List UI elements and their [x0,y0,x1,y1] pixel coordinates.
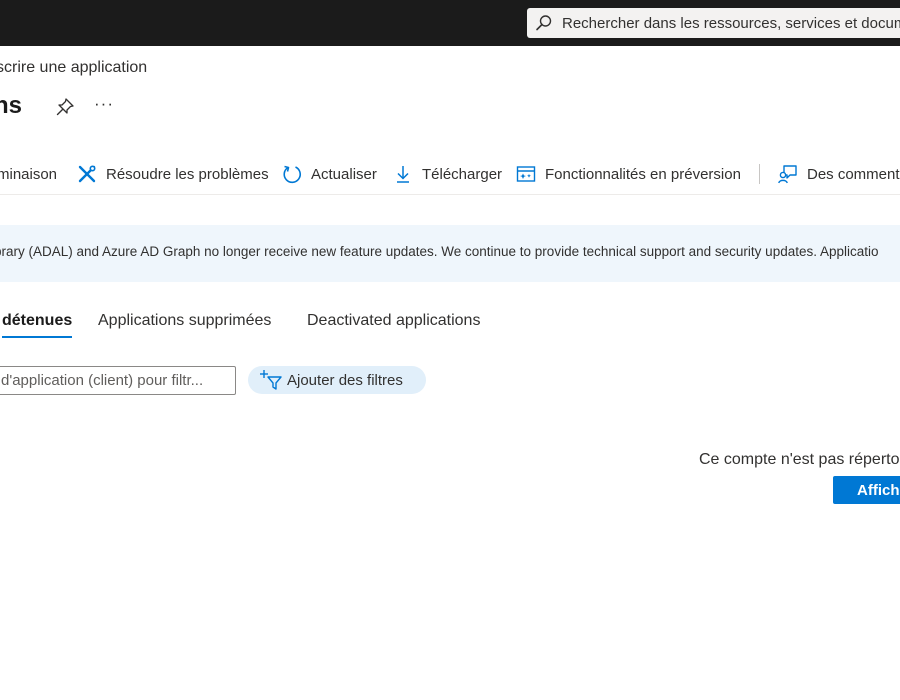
preview-features-button[interactable]: Fonctionnalités en préversion [516,158,741,190]
empty-state-action-label: Affich [857,481,900,499]
pin-icon[interactable] [55,97,75,117]
toolbar-label: Actualiser [311,165,377,183]
page-title: ns [0,92,23,119]
command-bar: minaison Résoudre les problèmes Actualis… [0,158,900,190]
preview-features-icon [516,164,536,184]
toolbar-label: Télécharger [422,165,503,183]
toolbar-endpoints-button[interactable]: minaison [0,158,57,190]
breadcrumb[interactable]: scrire une application [0,59,147,77]
tab-deactivated-applications[interactable]: Deactivated applications [307,312,480,338]
top-bar: Rechercher dans les ressources, services… [0,0,900,46]
toolbar-label: Des comment [807,165,900,183]
toolbar-divider [759,164,760,184]
toolbar-label: Fonctionnalités en préversion [545,165,741,183]
refresh-button[interactable]: Actualiser [282,158,377,190]
toolbar-divider-line [0,194,900,195]
download-icon [393,164,413,184]
feedback-icon [778,164,798,184]
download-button[interactable]: Télécharger [393,158,502,190]
info-banner: brary (ADAL) and Azure AD Graph no longe… [0,225,900,282]
add-filter-icon [259,369,283,391]
add-filters-button[interactable]: Ajouter des filtres [248,366,426,394]
feedback-button[interactable]: Des comment [778,158,900,190]
toolbar-label: minaison [0,165,58,183]
search-input[interactable] [0,366,236,395]
add-filters-label: Ajouter des filtres [287,371,403,389]
refresh-icon [282,164,302,184]
more-options-button[interactable]: ··· [94,94,114,114]
tab-bar: détenues Applications supprimées Deactiv… [0,312,900,346]
wrench-icon [77,164,97,184]
global-search-placeholder: Rechercher dans les ressources, services… [562,14,900,32]
empty-state-action-button[interactable]: Affich [833,476,900,504]
empty-state-message: Ce compte n'est pas réperto [699,451,900,468]
troubleshoot-button[interactable]: Résoudre les problèmes [77,158,269,190]
tab-owned-applications[interactable]: détenues [2,312,73,338]
search-icon [535,14,553,32]
toolbar-label: Résoudre les problèmes [106,165,269,183]
global-search-box[interactable]: Rechercher dans les ressources, services… [527,8,900,38]
tab-deleted-applications[interactable]: Applications supprimées [98,312,271,338]
info-banner-text: brary (ADAL) and Azure AD Graph no longe… [0,244,879,259]
